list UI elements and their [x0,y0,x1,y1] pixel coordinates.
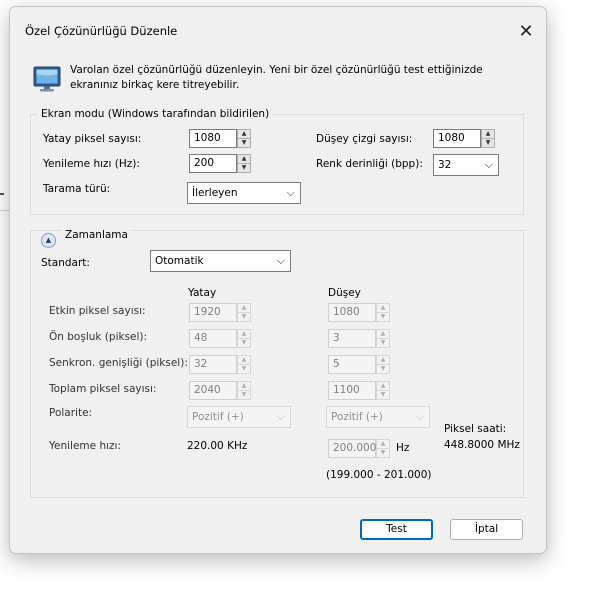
spin-down-icon[interactable]: ▼ [238,339,250,347]
color-depth-label: Renk derinliği (bpp): [316,158,423,170]
vertical-refresh-spinner[interactable]: ▲ ▼ [376,439,390,458]
vertical-lines-label: Düşey çizgi sayısı: [316,133,413,145]
test-button[interactable]: Test [360,519,433,540]
standard-label: Standart: [41,257,90,269]
pixel-clock-value: 448.8000 MHz [444,439,520,451]
spin-down-icon[interactable]: ▼ [238,365,250,373]
total-pixels-h-spinner[interactable]: ▲ ▼ [237,381,251,400]
active-pixels-h-input[interactable]: 1920 [189,303,237,322]
spin-down-icon[interactable]: ▼ [482,139,494,147]
horizontal-pixels-spinner[interactable]: ▲ ▼ [237,129,251,148]
sync-width-h-input[interactable]: 32 [189,355,237,374]
active-pixels-h-spinner[interactable]: ▲ ▼ [237,303,251,322]
spin-up-icon[interactable]: ▲ [238,356,250,365]
standard-select[interactable]: Otomatik ⌵ [150,250,291,272]
background-window-divider [0,210,9,211]
spin-down-icon[interactable]: ▼ [238,313,250,321]
active-pixels-v-input[interactable]: 1080 [328,303,376,322]
horizontal-pixels-label: Yatay piksel sayısı: [43,133,142,145]
vertical-column-header: Düşey [328,287,361,299]
vertical-lines-input[interactable]: 1080 [433,129,481,148]
front-porch-h-input[interactable]: 48 [189,329,237,348]
cancel-button[interactable]: İptal [450,519,523,540]
front-porch-v-input[interactable]: 3 [328,329,376,348]
spin-down-icon[interactable]: ▼ [238,391,250,399]
chevron-down-icon: ⌵ [484,158,493,171]
vertical-refresh-input[interactable]: 200.000 [328,439,376,458]
spin-up-icon[interactable]: ▲ [238,304,250,313]
dialog-description: Varolan özel çözünürlüğü düzenleyin. Yen… [70,64,483,91]
close-icon: ✕ [518,21,534,42]
vertical-refresh-unit: Hz [396,442,410,454]
display-mode-legend: Ekran modu (Windows tarafından bildirile… [38,108,273,120]
total-pixels-h-input[interactable]: 2040 [189,381,237,400]
front-porch-v-spinner[interactable]: ▲ ▼ [376,329,390,348]
vertical-lines-spinner[interactable]: ▲ ▼ [481,129,495,148]
horizontal-refresh-value: 220.00 KHz [187,440,248,452]
polarity-v-select[interactable]: Pozitif (+) ⌵ [326,406,430,428]
chevron-down-icon: ⌵ [276,254,285,267]
dialog-title: Özel Çözünürlüğü Düzenle [25,24,178,38]
pixel-clock-label: Piksel saati: [444,423,507,435]
chevron-up-icon: ▲ [45,236,52,244]
timing-legend: Zamanlama [62,229,131,241]
horizontal-column-header: Yatay [188,287,217,299]
spin-up-icon[interactable]: ▲ [482,130,494,139]
polarity-label: Polarite: [49,407,93,419]
spin-down-icon[interactable]: ▼ [377,391,389,399]
background-window-edge [0,193,4,195]
spin-up-icon[interactable]: ▲ [377,440,389,449]
title-bar: Özel Çözünürlüğü Düzenle ✕ [10,7,546,53]
spin-up-icon[interactable]: ▲ [238,130,250,139]
spin-down-icon[interactable]: ▼ [377,449,389,457]
total-pixels-v-spinner[interactable]: ▲ ▼ [376,381,390,400]
custom-resolution-dialog: Özel Çözünürlüğü Düzenle ✕ Varolan özel … [9,6,547,554]
scan-type-select[interactable]: İlerleyen ⌵ [187,182,301,204]
spin-up-icon[interactable]: ▲ [238,382,250,391]
front-porch-label: Ön boşluk (piksel): [49,331,148,343]
color-depth-select[interactable]: 32 ⌵ [433,154,499,176]
close-button[interactable]: ✕ [506,17,546,47]
chevron-down-icon: ⌵ [415,410,424,423]
spin-down-icon[interactable]: ▼ [377,339,389,347]
spin-up-icon[interactable]: ▲ [377,356,389,365]
refresh-range: (199.000 - 201.000) [326,469,432,481]
timing-refresh-label: Yenileme hızı: [49,440,121,452]
active-pixels-label: Etkin piksel sayısı: [49,305,146,317]
spin-down-icon[interactable]: ▼ [377,313,389,321]
polarity-h-value: Pozitif (+) [192,411,244,423]
spin-up-icon[interactable]: ▲ [238,155,250,164]
refresh-rate-input[interactable]: 200 [189,154,237,173]
total-pixels-v-input[interactable]: 1100 [328,381,376,400]
horizontal-pixels-input[interactable]: 1080 [189,129,237,148]
polarity-h-select[interactable]: Pozitif (+) ⌵ [187,406,291,428]
sync-width-h-spinner[interactable]: ▲ ▼ [237,355,251,374]
spin-down-icon[interactable]: ▼ [377,365,389,373]
chevron-down-icon: ⌵ [286,186,295,199]
spin-up-icon[interactable]: ▲ [238,330,250,339]
refresh-rate-spinner[interactable]: ▲ ▼ [237,154,251,173]
standard-value: Otomatik [155,255,204,267]
sync-width-v-spinner[interactable]: ▲ ▼ [376,355,390,374]
front-porch-h-spinner[interactable]: ▲ ▼ [237,329,251,348]
spin-down-icon[interactable]: ▼ [238,164,250,172]
refresh-rate-label: Yenileme hızı (Hz): [43,158,140,170]
spin-down-icon[interactable]: ▼ [238,139,250,147]
scan-type-label: Tarama türü: [43,183,111,195]
sync-width-label: Senkron. genişliği (piksel): [49,357,188,369]
sync-width-v-input[interactable]: 5 [328,355,376,374]
active-pixels-v-spinner[interactable]: ▲ ▼ [376,303,390,322]
total-pixels-label: Toplam piksel sayısı: [49,383,157,395]
spin-up-icon[interactable]: ▲ [377,382,389,391]
monitor-icon [33,66,61,92]
spin-up-icon[interactable]: ▲ [377,304,389,313]
spin-up-icon[interactable]: ▲ [377,330,389,339]
scan-type-value: İlerleyen [192,187,238,199]
chevron-down-icon: ⌵ [276,410,285,423]
collapse-timing-button[interactable]: ▲ [41,233,56,248]
polarity-v-value: Pozitif (+) [331,411,383,423]
color-depth-value: 32 [438,159,452,171]
